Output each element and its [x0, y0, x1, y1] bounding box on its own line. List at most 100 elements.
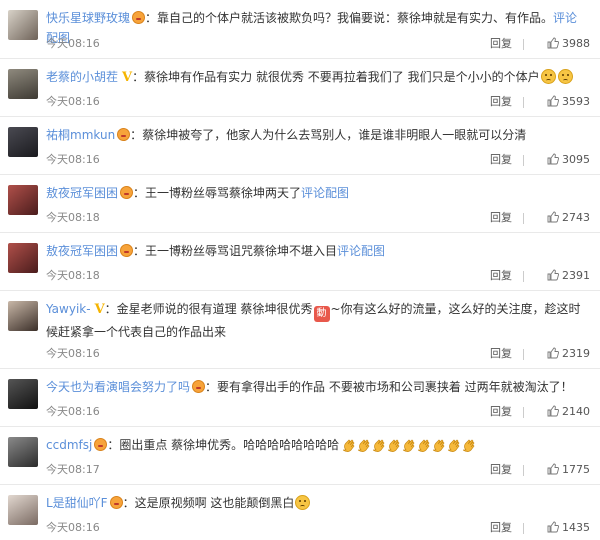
- move-sticker-icon: 動: [313, 306, 330, 322]
- avatar[interactable]: [8, 243, 38, 273]
- comment-item: 老蔡的小胡茬 V：蔡徐坤有作品有实力 就很优秀 不要再拉着我们了 我们只是个小小的…: [0, 59, 600, 117]
- divider: [523, 213, 524, 224]
- clap-emoji-icon: [417, 439, 430, 452]
- badge-icon: [120, 186, 134, 199]
- comment-time: 今天08:16: [46, 37, 100, 50]
- thumbs-up-icon: [547, 95, 559, 107]
- thumbs-up-icon: [547, 463, 559, 475]
- username[interactable]: ccdmfsj: [46, 438, 92, 452]
- username[interactable]: 快乐星球野玫瑰: [46, 11, 130, 25]
- sad-face-emoji-icon: [557, 69, 573, 84]
- username[interactable]: Yawyik-: [46, 302, 91, 316]
- like-count: 3593: [562, 95, 590, 108]
- username[interactable]: 今天也为看演唱会努力了吗: [46, 380, 190, 394]
- comment-image-link[interactable]: 评论配图: [301, 186, 349, 200]
- like-button[interactable]: 3988: [547, 36, 590, 52]
- reply-button[interactable]: 回复: [490, 210, 512, 226]
- comment-item: 敖夜冠军困困 ：王一博粉丝辱骂诅咒蔡徐坤不堪入目评论配图 今天08:18 回复 2…: [0, 233, 600, 291]
- divider: [523, 97, 524, 108]
- avatar[interactable]: [8, 301, 38, 331]
- username[interactable]: 敖夜冠军困困: [46, 186, 118, 200]
- like-button[interactable]: 1435: [547, 520, 590, 536]
- username[interactable]: 敖夜冠军困困: [46, 244, 118, 258]
- divider: [523, 349, 524, 360]
- divider: [523, 465, 524, 476]
- divider: [523, 407, 524, 418]
- reply-button[interactable]: 回复: [490, 152, 512, 168]
- clap-emoji-icon: [432, 439, 445, 452]
- avatar[interactable]: [8, 185, 38, 215]
- comment-time: 今天08:16: [46, 95, 100, 108]
- verified-v-icon: V: [122, 70, 133, 85]
- comment-text: 王一博粉丝辱骂诅咒蔡徐坤不堪入目: [145, 244, 338, 258]
- badge-icon: [109, 496, 123, 509]
- like-count: 2140: [562, 405, 590, 418]
- avatar[interactable]: [8, 10, 38, 40]
- avatar[interactable]: [8, 495, 38, 525]
- clap-emoji-icon: [447, 439, 460, 452]
- badge-icon: [132, 11, 146, 24]
- comment-item: 敖夜冠军困困 ：王一博粉丝辱骂蔡徐坤两天了评论配图 今天08:18 回复 2743: [0, 175, 600, 233]
- clap-emoji-group: [342, 438, 478, 452]
- reply-button[interactable]: 回复: [490, 94, 512, 110]
- like-button[interactable]: 2319: [547, 346, 590, 362]
- thumbs-up-icon: [547, 347, 559, 359]
- comment-text: 靠自己的个体户就活该被欺负吗？我偏要说：蔡徐坤就是有实力、有作品。: [157, 11, 554, 25]
- divider: [523, 523, 524, 534]
- smile-emoji-icon: [295, 495, 311, 510]
- thumbs-up-icon: [547, 153, 559, 165]
- clap-emoji-icon: [462, 439, 475, 452]
- comment-text: 这是原视频啊 这也能颠倒黑白: [134, 496, 295, 510]
- like-count: 2743: [562, 211, 590, 224]
- comment-time: 今天08:16: [46, 521, 100, 534]
- comment-item: ccdmfsj ：圈出重点 蔡徐坤优秀。哈哈哈哈哈哈哈哈 今天08:17 回复 1…: [0, 427, 600, 485]
- verified-v-icon: V: [94, 302, 105, 317]
- thumbs-up-icon: [547, 269, 559, 281]
- divider: [523, 271, 524, 282]
- comment-text: 要有拿得出手的作品 不要被市场和公司裹挟着 过两年就被淘汰了！: [217, 380, 573, 394]
- reply-button[interactable]: 回复: [490, 462, 512, 478]
- reply-button[interactable]: 回复: [490, 520, 512, 536]
- reply-button[interactable]: 回复: [490, 404, 512, 420]
- comment-image-link[interactable]: 评论配图: [337, 244, 385, 258]
- reply-button[interactable]: 回复: [490, 346, 512, 362]
- like-count: 1435: [562, 521, 590, 534]
- badge-icon: [94, 438, 108, 451]
- comment-item: 祐桐mmkun ：蔡徐坤被夸了，他家人为什么去骂别人，谁是谁非明眼人一眼就可以分清…: [0, 117, 600, 175]
- avatar[interactable]: [8, 69, 38, 99]
- like-count: 2319: [562, 347, 590, 360]
- thumbs-up-icon: [547, 37, 559, 49]
- like-button[interactable]: 3593: [547, 94, 590, 110]
- comment-time: 今天08:18: [46, 211, 100, 224]
- comment-text: 蔡徐坤被夸了，他家人为什么去骂别人，谁是谁非明眼人一眼就可以分清: [142, 128, 527, 142]
- like-button[interactable]: 2391: [547, 268, 590, 284]
- like-button[interactable]: 1775: [547, 462, 590, 478]
- avatar[interactable]: [8, 379, 38, 409]
- like-button[interactable]: 2743: [547, 210, 590, 226]
- clap-emoji-icon: [342, 439, 355, 452]
- reply-button[interactable]: 回复: [490, 268, 512, 284]
- comment-item: 今天也为看演唱会努力了吗 ：要有拿得出手的作品 不要被市场和公司裹挟着 过两年就被…: [0, 369, 600, 427]
- clap-emoji-icon: [357, 439, 370, 452]
- comment-text: 圈出重点 蔡徐坤优秀。哈哈哈哈哈哈哈哈: [119, 438, 340, 452]
- avatar[interactable]: [8, 127, 38, 157]
- comment-list: 快乐星球野玫瑰 ：靠自己的个体户就活该被欺负吗？我偏要说：蔡徐坤就是有实力、有作品…: [0, 0, 600, 540]
- avatar[interactable]: [8, 437, 38, 467]
- username[interactable]: 祐桐mmkun: [46, 128, 115, 142]
- comment-time: 今天08:17: [46, 463, 100, 476]
- comment-text: 金星老师说的很有道理 蔡徐坤很优秀: [116, 302, 313, 316]
- username[interactable]: L是甜仙吖F: [46, 496, 108, 510]
- like-count: 2391: [562, 269, 590, 282]
- reply-button[interactable]: 回复: [490, 36, 512, 52]
- like-button[interactable]: 3095: [547, 152, 590, 168]
- username[interactable]: 老蔡的小胡茬: [46, 70, 118, 84]
- comment-text: 王一博粉丝辱骂蔡徐坤两天了: [145, 186, 302, 200]
- thumbs-up-icon: [547, 405, 559, 417]
- like-button[interactable]: 2140: [547, 404, 590, 420]
- thumbs-up-icon: [547, 211, 559, 223]
- like-count: 3095: [562, 153, 590, 166]
- clap-emoji-icon: [372, 439, 385, 452]
- comment-time: 今天08:16: [46, 347, 100, 360]
- thumbs-up-icon: [547, 521, 559, 533]
- comment-time: 今天08:16: [46, 153, 100, 166]
